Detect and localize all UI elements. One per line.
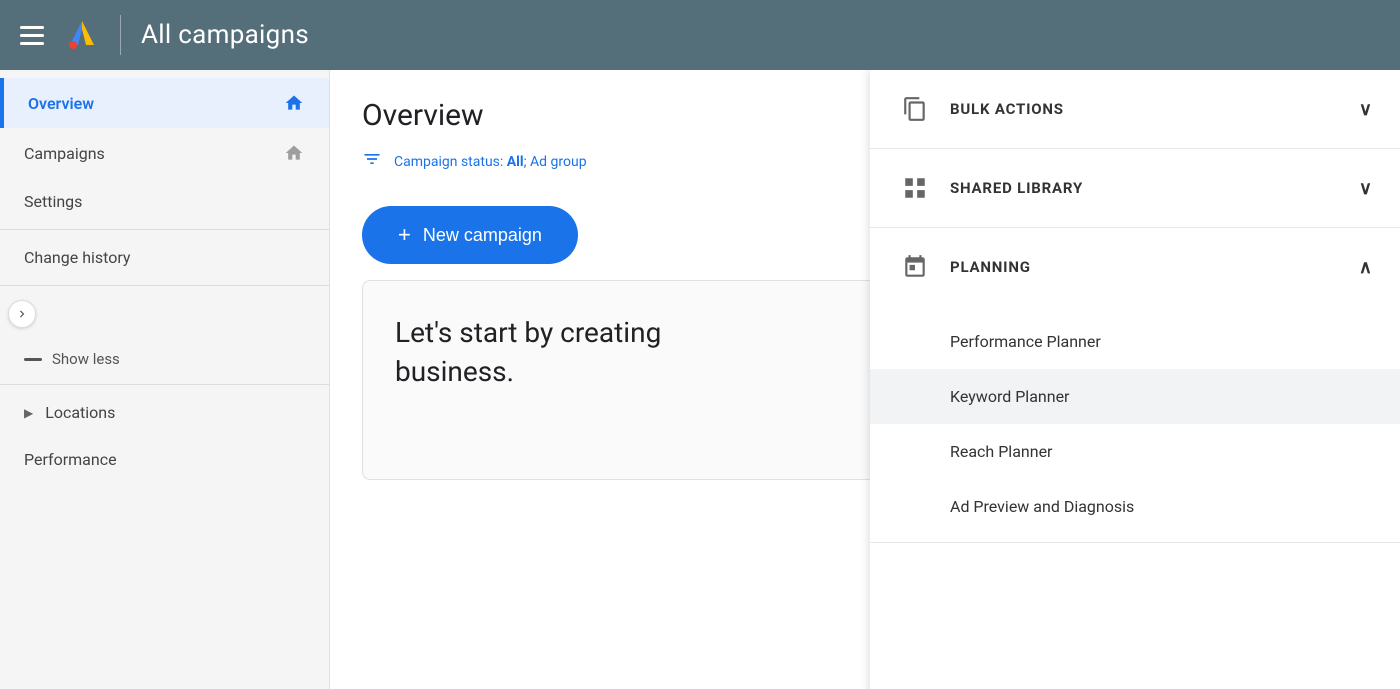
- content-body-text: Let's start by creating business.: [395, 313, 895, 391]
- show-less-button[interactable]: Show less: [0, 338, 329, 380]
- sidebar-item-locations[interactable]: ▶ Locations: [0, 389, 329, 436]
- reach-planner-label: Reach Planner: [950, 442, 1052, 461]
- ad-preview-label: Ad Preview and Diagnosis: [950, 497, 1134, 516]
- bulk-actions-title: BULK ACTIONS: [950, 100, 1064, 118]
- filter-icon: [362, 149, 382, 174]
- keyword-planner-item[interactable]: Keyword Planner: [870, 369, 1400, 424]
- shared-library-section: SHARED LIBRARY ∨: [870, 149, 1400, 228]
- planning-title: PLANNING: [950, 258, 1031, 276]
- header-divider: [120, 15, 121, 55]
- copy-icon: [898, 92, 932, 126]
- sidebar-divider-2: [0, 285, 329, 286]
- bulk-actions-chevron: ∨: [1359, 99, 1372, 120]
- sidebar: Overview Campaigns Settings Change histo…: [0, 70, 330, 689]
- sidebar-item-change-history[interactable]: Change history: [0, 234, 329, 281]
- content-area: Overview Campaign status: All; Ad group …: [330, 70, 1400, 689]
- google-ads-logo: [64, 17, 100, 53]
- bulk-actions-header-left: BULK ACTIONS: [898, 92, 1064, 126]
- filter-text[interactable]: Campaign status: All; Ad group: [394, 154, 587, 170]
- shared-library-header-left: SHARED LIBRARY: [898, 171, 1083, 205]
- sidebar-item-overview[interactable]: Overview: [0, 78, 329, 128]
- planning-chevron: ∧: [1359, 257, 1372, 278]
- grid-icon: [898, 171, 932, 205]
- planning-section: PLANNING ∧ Performance Planner Keyword P…: [870, 228, 1400, 543]
- collapse-sidebar-button[interactable]: [8, 300, 36, 328]
- page-title: All campaigns: [141, 20, 309, 50]
- sidebar-item-performance[interactable]: Performance: [0, 436, 329, 483]
- bulk-actions-header[interactable]: BULK ACTIONS ∨: [870, 70, 1400, 148]
- shared-library-chevron: ∨: [1359, 178, 1372, 199]
- sidebar-divider: [0, 229, 329, 230]
- planning-header[interactable]: PLANNING ∧: [870, 228, 1400, 306]
- campaigns-home-icon: [283, 142, 305, 164]
- plus-icon: +: [398, 222, 411, 248]
- new-campaign-button[interactable]: + New campaign: [362, 206, 578, 264]
- shared-library-header[interactable]: SHARED LIBRARY ∨: [870, 149, 1400, 227]
- shared-library-title: SHARED LIBRARY: [950, 179, 1083, 197]
- reach-planner-item[interactable]: Reach Planner: [870, 424, 1400, 479]
- filter-label: Campaign status:: [394, 154, 507, 170]
- show-less-label: Show less: [52, 350, 120, 368]
- app-header: All campaigns: [0, 0, 1400, 70]
- performance-planner-item[interactable]: Performance Planner: [870, 314, 1400, 369]
- planning-items: Performance Planner Keyword Planner Reac…: [870, 306, 1400, 542]
- keyword-planner-label: Keyword Planner: [950, 387, 1069, 406]
- new-campaign-label: New campaign: [423, 225, 542, 246]
- filter-suffix: ; Ad group: [524, 154, 587, 170]
- planning-dropdown-panel: BULK ACTIONS ∨ SHARED LIBRARY: [870, 70, 1400, 689]
- performance-label: Performance: [24, 450, 117, 469]
- planning-header-left: PLANNING: [898, 250, 1031, 284]
- calendar-icon: [898, 250, 932, 284]
- ad-preview-item[interactable]: Ad Preview and Diagnosis: [870, 479, 1400, 534]
- main-layout: Overview Campaigns Settings Change histo…: [0, 70, 1400, 689]
- chevron-right-icon: ▶: [24, 406, 33, 420]
- filter-value: All: [507, 154, 524, 170]
- sidebar-item-campaigns[interactable]: Campaigns: [0, 128, 329, 178]
- menu-icon[interactable]: [20, 26, 44, 45]
- sidebar-divider-3: [0, 384, 329, 385]
- sidebar-item-settings[interactable]: Settings: [0, 178, 329, 225]
- show-less-dash-icon: [24, 358, 42, 361]
- home-icon: [283, 92, 305, 114]
- performance-planner-label: Performance Planner: [950, 332, 1101, 351]
- bulk-actions-section: BULK ACTIONS ∨: [870, 70, 1400, 149]
- locations-label: Locations: [45, 403, 115, 422]
